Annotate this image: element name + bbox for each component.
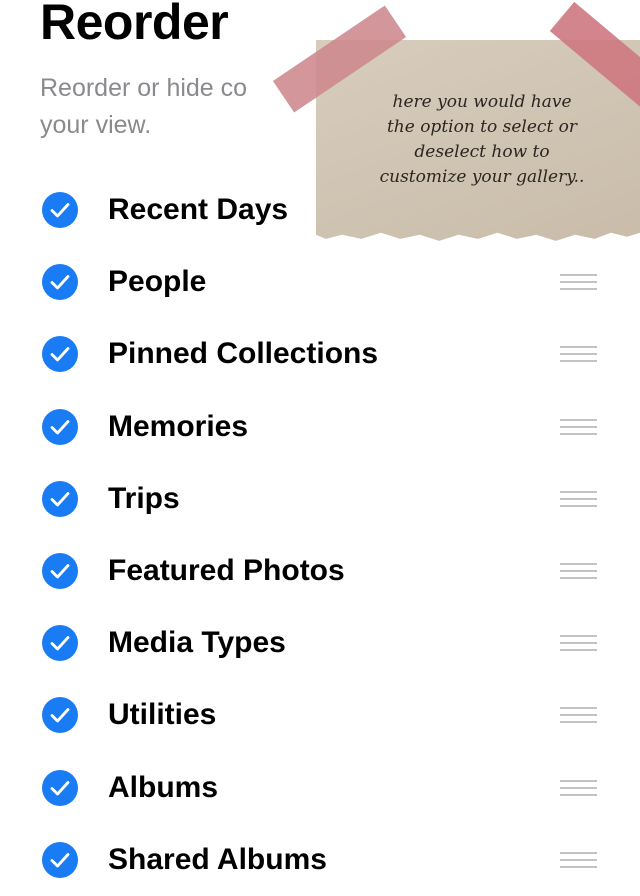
drag-handle-icon[interactable] bbox=[560, 635, 597, 652]
checkmark-circle-icon[interactable] bbox=[42, 697, 78, 734]
list-item-memories[interactable]: Memories bbox=[0, 391, 640, 463]
sticky-note-line: the option to select or bbox=[386, 117, 578, 137]
list-item-label: Utilities bbox=[108, 698, 217, 732]
page-title: Reorder bbox=[40, 0, 229, 50]
checkmark-circle-icon[interactable] bbox=[42, 625, 78, 662]
drag-handle-icon[interactable] bbox=[560, 418, 597, 435]
list-item-utilities[interactable]: Utilities bbox=[0, 679, 640, 751]
drag-handle-icon[interactable] bbox=[560, 490, 597, 507]
sticky-note-line: here you would have bbox=[392, 92, 572, 112]
list-item-shared-albums[interactable]: Shared Albums bbox=[0, 824, 640, 896]
drag-handle-icon[interactable] bbox=[560, 707, 597, 724]
checkmark-circle-icon[interactable] bbox=[42, 192, 78, 228]
checkmark-circle-icon[interactable] bbox=[42, 408, 78, 445]
checkmark-circle-icon[interactable] bbox=[42, 841, 78, 878]
drag-handle-icon[interactable] bbox=[560, 779, 597, 796]
list-item-albums[interactable]: Albums bbox=[0, 752, 640, 824]
checkmark-circle-icon[interactable] bbox=[42, 264, 78, 301]
drag-handle-icon[interactable] bbox=[560, 346, 597, 363]
checkmark-circle-icon[interactable] bbox=[42, 480, 78, 517]
list-item-label: Featured Photos bbox=[108, 553, 345, 587]
list-item-media-types[interactable]: Media Types bbox=[0, 607, 640, 679]
list-item-label: Recent Days bbox=[108, 193, 289, 226]
list-item-label: Pinned Collections bbox=[108, 337, 379, 371]
sticky-note-text: here you would have the option to select… bbox=[362, 90, 602, 190]
list-item-label: Media Types bbox=[108, 626, 286, 660]
list-item-label: Memories bbox=[108, 409, 249, 443]
list-item-trips[interactable]: Trips bbox=[0, 463, 640, 535]
collections-list: Recent Days People Pinned Collections Me… bbox=[0, 174, 640, 896]
checkmark-circle-icon[interactable] bbox=[42, 336, 78, 373]
list-item-label: Trips bbox=[108, 481, 180, 515]
list-item-label: People bbox=[108, 265, 207, 299]
checkmark-circle-icon[interactable] bbox=[42, 769, 78, 806]
drag-handle-icon[interactable] bbox=[560, 274, 597, 291]
list-item-featured-photos[interactable]: Featured Photos bbox=[0, 535, 640, 607]
list-item-pinned-collections[interactable]: Pinned Collections bbox=[0, 318, 640, 390]
list-item-label: Albums bbox=[108, 770, 219, 804]
sticky-note-line: deselect how to bbox=[414, 142, 550, 162]
sticky-note-line: customize your gallery.. bbox=[379, 167, 585, 187]
drag-handle-icon[interactable] bbox=[560, 851, 597, 868]
list-item-people[interactable]: People bbox=[0, 246, 640, 318]
checkmark-circle-icon[interactable] bbox=[42, 552, 78, 589]
sticky-note: here you would have the option to select… bbox=[316, 40, 640, 241]
list-item-label: Shared Albums bbox=[108, 842, 327, 876]
drag-handle-icon[interactable] bbox=[560, 562, 597, 579]
